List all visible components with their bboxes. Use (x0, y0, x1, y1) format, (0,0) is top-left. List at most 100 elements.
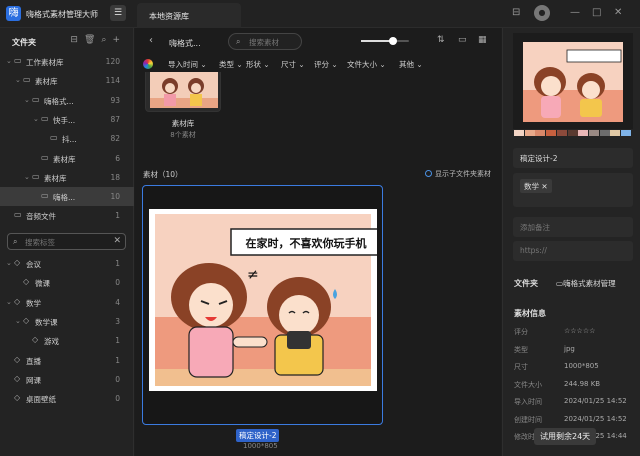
color-swatch[interactable] (514, 130, 524, 136)
grid-view-icon[interactable]: ▦ (478, 35, 487, 45)
filter-label: 文件大小 (347, 60, 377, 69)
folder-tree-item[interactable]: ▭ 嗨格... 10 (0, 187, 134, 207)
tag-tree-item[interactable]: ⌄ ◇ 会议 1 (0, 254, 134, 273)
folder-tree-item[interactable]: ⌄ ▭ 素材库 18 (0, 168, 134, 187)
folder-value[interactable]: ▭嗨格式素材管理 (556, 278, 616, 289)
filter-label: 导入时间 (168, 60, 198, 69)
note-field[interactable]: 添加备注 (513, 217, 633, 237)
color-swatch[interactable] (556, 130, 567, 136)
info-value: 1000*805 (564, 362, 599, 370)
tag-tree-item[interactable]: ◇ 网课 0 (0, 370, 134, 389)
info-key: 评分 (514, 328, 528, 336)
folder-tree-label: 抖... (62, 135, 77, 145)
url-field[interactable]: https:// (513, 241, 633, 261)
color-swatch[interactable] (546, 130, 557, 136)
chevron-down-icon[interactable]: ⌄ (24, 96, 30, 104)
chevron-down-icon: ⌄ (261, 60, 270, 69)
color-swatch[interactable] (524, 130, 535, 136)
avatar[interactable]: ● (534, 5, 550, 21)
sort-icon[interactable]: ⇅ (437, 35, 445, 45)
tag-icon: ◇ (23, 315, 30, 325)
folder-tree-item[interactable]: ⌄ ▭ 快手... 87 (0, 110, 134, 129)
assets-section-label: 素材（10） (143, 170, 183, 179)
right-inspector: 稿定设计-2 数学 ✕ 添加备注 https:// 文件夹 ▭嗨格式素材管理 素… (502, 28, 640, 456)
svg-text:≠: ≠ (247, 267, 259, 283)
color-swatch[interactable] (599, 130, 610, 136)
zoom-slider[interactable] (361, 37, 409, 45)
tag-tree-item[interactable]: ⌄ ◇ 数学 4 (0, 293, 134, 312)
chevron-down-icon[interactable]: ⌄ (6, 259, 12, 267)
tag-tree-item[interactable]: ◇ 微课 0 (0, 273, 134, 292)
show-subfolder-toggle[interactable]: 显示子文件夹素材 (425, 169, 491, 179)
close-icon[interactable]: ✕ (614, 7, 622, 19)
asset-search-box[interactable]: ⌕ (228, 33, 302, 50)
tag-search-box[interactable]: ⌕ ✕ (7, 233, 126, 250)
folder-card-count: 8个素材 (170, 131, 196, 139)
preview-view-icon[interactable]: ▭ (458, 35, 467, 45)
info-key: 导入时间 (514, 398, 542, 406)
sidebar-toggle-icon[interactable]: ⊟ (512, 7, 520, 19)
color-swatch[interactable] (621, 130, 631, 136)
color-swatch[interactable] (535, 130, 546, 136)
tag-tree-item[interactable]: ◇ 直播 1 (0, 351, 134, 370)
zoom-slider-handle[interactable] (388, 37, 397, 45)
color-filter-icon[interactable] (143, 59, 153, 69)
tag-tree-item[interactable]: ◇ 游戏 1 (0, 331, 134, 350)
folder-tree-label: 快手... (53, 115, 76, 125)
clear-icon[interactable]: ✕ (113, 236, 121, 246)
filter-dropdown[interactable]: 尺寸 ⌄ (281, 59, 305, 70)
chevron-down-icon[interactable]: ⌄ (15, 317, 21, 325)
filter-dropdown[interactable]: 文件大小 ⌄ (347, 59, 386, 70)
folder-thumbnail[interactable] (145, 72, 221, 112)
asset-search-input[interactable] (249, 36, 299, 48)
asset-name-field[interactable]: 稿定设计-2 (513, 148, 633, 168)
search-icon[interactable]: ⌕ (101, 35, 112, 45)
chevron-down-icon[interactable]: ⌄ (15, 76, 21, 84)
back-icon[interactable]: ‹ (149, 35, 153, 46)
color-swatch[interactable] (588, 130, 599, 136)
color-swatch[interactable] (610, 130, 621, 136)
maximize-icon[interactable]: □ (592, 7, 601, 19)
folder-tree-item[interactable]: ▭ 抖... 82 (0, 129, 134, 148)
chevron-down-icon[interactable]: ⌄ (24, 173, 30, 181)
tab-local-library[interactable]: 本地资源库 (137, 3, 241, 28)
color-swatch[interactable] (567, 130, 578, 136)
chevron-down-icon[interactable]: ⌄ (6, 57, 12, 65)
breadcrumb[interactable]: 嗨格式... (169, 38, 201, 49)
chevron-down-icon[interactable]: ⌄ (6, 298, 12, 306)
chevron-down-icon: ⌄ (296, 60, 305, 69)
filter-dropdown[interactable]: 类型 ⌄ (219, 59, 243, 70)
asset-preview[interactable] (513, 33, 633, 129)
tag-search-input[interactable] (25, 236, 111, 248)
asset-card[interactable]: 在家时，不喜欢你玩手机 ≠ (142, 185, 383, 425)
collapse-icon[interactable]: ⊟ (70, 35, 84, 45)
folder-tree-item[interactable]: ▭ 素材库 6 (0, 149, 134, 168)
remove-tag-icon[interactable]: ✕ (541, 182, 547, 191)
filter-dropdown[interactable]: 形状 ⌄ (246, 59, 270, 70)
chevron-down-icon[interactable]: ⌄ (33, 115, 39, 123)
filter-dropdown[interactable]: 其他 ⌄ (399, 59, 423, 70)
folder-card-name[interactable]: 素材库 (145, 118, 221, 129)
tag-chip[interactable]: 数学 ✕ (520, 179, 552, 193)
filter-dropdown[interactable]: 导入时间 ⌄ (168, 59, 207, 70)
trial-badge[interactable]: 试用剩余24天 (534, 428, 597, 445)
minimize-icon[interactable]: — (570, 7, 580, 19)
filter-dropdown[interactable]: 评分 ⌄ (314, 59, 338, 70)
tag-tree-count: 0 (115, 278, 120, 288)
info-value[interactable]: ☆☆☆☆☆ (564, 327, 595, 335)
folder-tree-item[interactable]: ▭ 音频文件 1 (0, 206, 134, 225)
add-icon[interactable]: + (112, 35, 126, 45)
asset-name[interactable]: 稿定设计-2 (236, 429, 280, 442)
tag-tree-label: 数学课 (35, 317, 58, 327)
folders-title: 文件夹 (12, 38, 36, 47)
folder-tree-item[interactable]: ⌄ ▭ 素材库 114 (0, 71, 134, 90)
menu-icon[interactable]: ☰ (110, 5, 126, 21)
folder-tree-label: 音频文件 (26, 212, 56, 222)
tag-tree-item[interactable]: ⌄ ◇ 数学课 3 (0, 312, 134, 331)
trash-icon[interactable]: 🗑 (84, 35, 101, 45)
folder-tree-item[interactable]: ⌄ ▭ 工作素材库 120 (0, 52, 134, 71)
folder-tree-item[interactable]: ⌄ ▭ 嗨格式... 93 (0, 91, 134, 110)
tag-tree-item[interactable]: ◇ 桌面壁纸 0 (0, 389, 134, 408)
filter-label: 形状 (246, 60, 261, 69)
color-swatch[interactable] (578, 130, 589, 136)
